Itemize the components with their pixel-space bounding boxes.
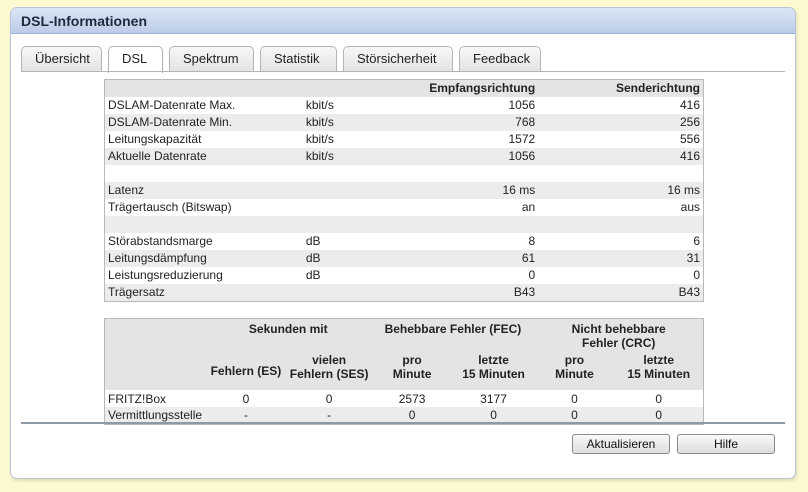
row-rx-value: 61	[423, 250, 539, 267]
row-label: Störabstandsmarge	[104, 233, 303, 250]
row-label: Trägertausch (Bitswap)	[104, 199, 303, 216]
row-tx-value: 256	[538, 114, 704, 131]
error-sub-header: Fehlern (ES) vielen Fehlern (SES) pro Mi…	[104, 350, 704, 390]
dsl-info-panel: DSL-Informationen Übersicht DSL Spektrum…	[10, 7, 796, 479]
table-row: Störabstandsmarge dB 8 6	[104, 233, 704, 250]
row-label: Leistungsreduzierung	[104, 267, 303, 284]
row-unit: kbit/s	[302, 148, 424, 165]
header-crc-last-15: letzte 15 Minuten	[614, 350, 704, 390]
row-unit: kbit/s	[302, 131, 424, 148]
row-tx-value: 416	[538, 148, 704, 165]
table-row: DSLAM-Datenrate Min. kbit/s 768 256	[104, 114, 704, 131]
tab-bar: Übersicht DSL Spektrum Statistik Störsic…	[21, 46, 547, 73]
row-label: DSLAM-Datenrate Min.	[104, 114, 303, 131]
row-tx-value: 31	[538, 250, 704, 267]
header-crc: Nicht behebbare Fehler (CRC)	[534, 318, 704, 350]
table-row: Aktuelle Datenrate kbit/s 1056 416	[104, 148, 704, 165]
row-rx-value: 768	[423, 114, 539, 131]
error-table: Sekunden mit Behebbare Fehler (FEC) Nich…	[104, 318, 704, 425]
cell-fec-15: 3177	[452, 390, 535, 407]
table-row: FRITZ!Box 0 0 2573 3177 0 0	[104, 390, 704, 407]
rates-header-row: Empfangsrichtung Senderichtung	[104, 79, 704, 97]
cell-crc-min: 0	[534, 390, 615, 407]
tab-divider	[21, 71, 785, 72]
header-rx: Empfangsrichtung	[423, 79, 539, 97]
row-label	[104, 165, 303, 182]
header-fec: Behebbare Fehler (FEC)	[371, 318, 535, 350]
row-label: Aktuelle Datenrate	[104, 148, 303, 165]
row-unit	[302, 182, 424, 199]
row-rx-value: 1056	[423, 97, 539, 114]
refresh-button[interactable]: Aktualisieren	[572, 434, 670, 454]
row-rx-value	[423, 216, 539, 233]
row-unit: dB	[302, 233, 424, 250]
row-rx-value: B43	[423, 284, 539, 302]
dsl-rates-table: Empfangsrichtung Senderichtung DSLAM-Dat…	[104, 79, 704, 302]
spacer-row	[104, 165, 704, 182]
table-row: Latenz 16 ms 16 ms	[104, 182, 704, 199]
row-label: Latenz	[104, 182, 303, 199]
row-label	[104, 216, 303, 233]
row-label: FRITZ!Box	[104, 390, 206, 407]
row-unit: kbit/s	[302, 114, 424, 131]
row-tx-value: 16 ms	[538, 182, 704, 199]
header-fec-per-min: pro Minute	[371, 350, 453, 390]
tab-uebersicht[interactable]: Übersicht	[21, 46, 102, 71]
row-tx-value: B43	[538, 284, 704, 302]
row-tx-value: 6	[538, 233, 704, 250]
row-tx-value	[538, 165, 704, 182]
cell-ses: 0	[286, 390, 372, 407]
header-ses: vielen Fehlern (SES)	[286, 350, 372, 390]
row-unit: kbit/s	[302, 97, 424, 114]
row-unit	[302, 165, 424, 182]
row-rx-value: an	[423, 199, 539, 216]
error-group-header: Sekunden mit Behebbare Fehler (FEC) Nich…	[104, 318, 704, 350]
header-crc-per-min: pro Minute	[534, 350, 615, 390]
header-seconds: Sekunden mit	[205, 318, 372, 350]
header-fec-last-15: letzte 15 Minuten	[452, 350, 535, 390]
row-tx-value: 0	[538, 267, 704, 284]
row-tx-value: 416	[538, 97, 704, 114]
cell-es: 0	[205, 390, 287, 407]
row-label: Leitungsdämpfung	[104, 250, 303, 267]
header-tx: Senderichtung	[538, 79, 704, 97]
tab-stoersicherheit[interactable]: Störsicherheit	[343, 46, 453, 71]
row-tx-value: aus	[538, 199, 704, 216]
row-unit	[302, 284, 424, 302]
row-rx-value: 16 ms	[423, 182, 539, 199]
table-row: Leitungsdämpfung dB 61 31	[104, 250, 704, 267]
row-rx-value: 8	[423, 233, 539, 250]
row-label: Leitungskapazität	[104, 131, 303, 148]
table-row: Leistungsreduzierung dB 0 0	[104, 267, 704, 284]
table-row: Trägersatz B43 B43	[104, 284, 704, 302]
cell-crc-15: 0	[614, 390, 704, 407]
table-row: DSLAM-Datenrate Max. kbit/s 1056 416	[104, 97, 704, 114]
row-label: Trägersatz	[104, 284, 303, 302]
tab-feedback[interactable]: Feedback	[459, 46, 541, 71]
row-tx-value: 556	[538, 131, 704, 148]
header-es: Fehlern (ES)	[205, 350, 287, 390]
spacer-row	[104, 216, 704, 233]
row-tx-value	[538, 216, 704, 233]
table-row: Trägertausch (Bitswap) an aus	[104, 199, 704, 216]
tab-dsl[interactable]: DSL	[108, 46, 163, 73]
row-unit	[302, 216, 424, 233]
row-rx-value: 1572	[423, 131, 539, 148]
table-row: Leitungskapazität kbit/s 1572 556	[104, 131, 704, 148]
cell-fec-min: 2573	[371, 390, 453, 407]
row-rx-value: 0	[423, 267, 539, 284]
footer-divider	[21, 422, 785, 424]
row-rx-value	[423, 165, 539, 182]
row-unit	[302, 199, 424, 216]
panel-title: DSL-Informationen	[11, 8, 795, 34]
tab-spektrum[interactable]: Spektrum	[169, 46, 254, 71]
row-unit: dB	[302, 250, 424, 267]
row-rx-value: 1056	[423, 148, 539, 165]
row-unit: dB	[302, 267, 424, 284]
tab-statistik[interactable]: Statistik	[260, 46, 337, 71]
row-label: DSLAM-Datenrate Max.	[104, 97, 303, 114]
help-button[interactable]: Hilfe	[677, 434, 775, 454]
